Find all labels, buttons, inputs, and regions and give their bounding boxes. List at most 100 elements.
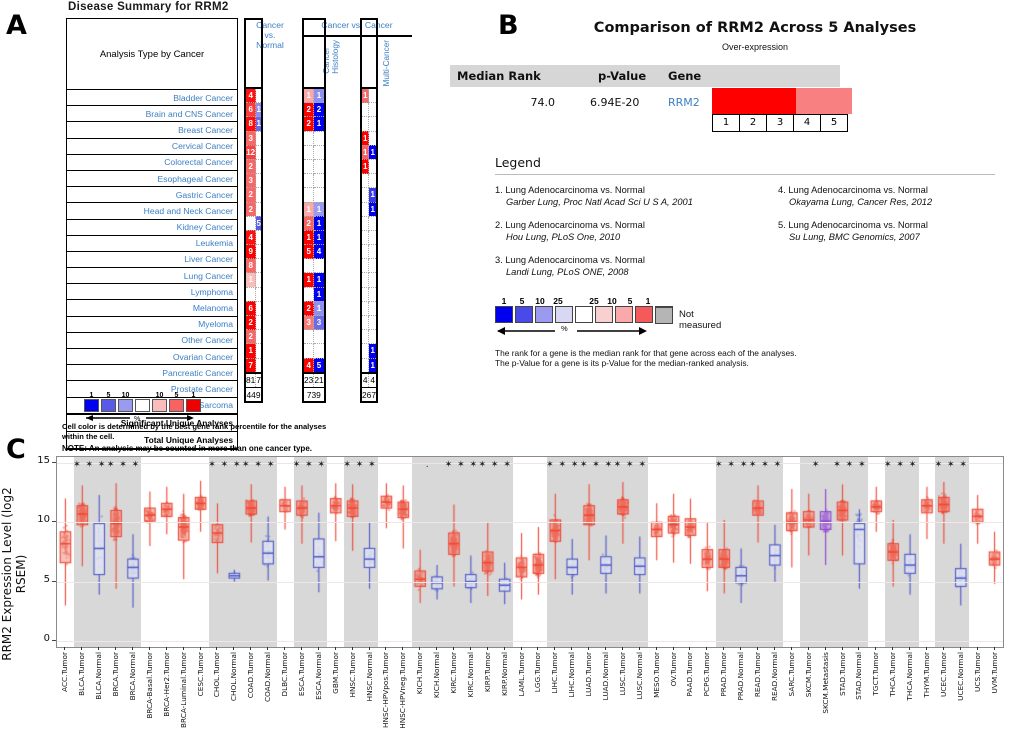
x-axis-label[interactable]: KICH.Tumor	[415, 652, 424, 694]
onco-cell[interactable]	[361, 315, 370, 331]
onco-cell[interactable]	[361, 258, 370, 274]
onco-cell[interactable]	[361, 287, 370, 302]
x-axis-label[interactable]: COAD.Normal	[263, 652, 272, 702]
x-axis-label[interactable]: UCS.Tumor	[973, 652, 982, 692]
onco-cell[interactable]: 1	[313, 116, 326, 132]
x-axis-label[interactable]: COAD.Tumor	[246, 652, 255, 698]
onco-cell[interactable]: 1	[313, 301, 326, 317]
onco-cell[interactable]	[255, 230, 263, 246]
x-axis-label[interactable]: THCA.Normal	[905, 652, 914, 701]
onco-cell[interactable]: 1	[245, 272, 257, 288]
onco-cell[interactable]	[361, 358, 370, 374]
onco-cell[interactable]	[303, 145, 315, 160]
onco-cell[interactable]: 4	[313, 244, 326, 260]
onco-cell[interactable]	[368, 272, 378, 288]
onco-cell[interactable]	[255, 202, 263, 217]
onco-cell[interactable]	[313, 187, 326, 203]
x-axis-label[interactable]: ACC.Tumor	[60, 652, 69, 692]
onco-cell[interactable]	[313, 173, 326, 189]
cancer-type-label[interactable]: Breast Cancer	[66, 121, 238, 139]
onco-cell[interactable]	[368, 88, 378, 104]
x-axis-label[interactable]: PAAD.Tumor	[685, 652, 694, 697]
x-axis-label[interactable]: UCEC.Tumor	[939, 652, 948, 697]
onco-cell[interactable]: 2	[245, 329, 257, 345]
table-row[interactable]: Esophageal Cancer	[66, 169, 238, 188]
onco-cell[interactable]	[368, 244, 378, 260]
x-axis-label[interactable]: UVM.Tumor	[990, 652, 999, 694]
cancer-type-label[interactable]: Head and Neck Cancer	[66, 202, 238, 220]
onco-cell[interactable]: 2	[303, 102, 315, 118]
onco-cell[interactable]	[255, 287, 263, 302]
onco-cell[interactable]: 3	[245, 173, 257, 189]
onco-cell[interactable]	[368, 159, 378, 175]
x-axis-label[interactable]: LUAD.Normal	[601, 652, 610, 700]
onco-cell[interactable]	[303, 258, 315, 274]
onco-cell[interactable]	[368, 216, 378, 231]
x-axis-label[interactable]: STAD.Normal	[854, 652, 863, 700]
cancer-type-label[interactable]: Leukemia	[66, 234, 238, 252]
gene-name-link[interactable]: RRM2	[668, 96, 700, 109]
onco-cell[interactable]	[368, 301, 378, 317]
onco-cell[interactable]: 8	[245, 116, 257, 132]
cancer-type-label[interactable]: Liver Cancer	[66, 250, 238, 269]
onco-cell[interactable]	[255, 258, 263, 274]
onco-cell[interactable]: 2	[245, 315, 257, 331]
table-row[interactable]: Colorectal Cancer	[66, 153, 238, 171]
onco-cell[interactable]	[368, 315, 378, 331]
onco-cell[interactable]: 5	[255, 216, 263, 231]
onco-cell[interactable]: 12	[245, 145, 257, 160]
x-axis-label[interactable]: ESCA.Tumor	[297, 652, 306, 696]
onco-cell[interactable]: 1	[361, 88, 370, 104]
x-axis-label[interactable]: BRCA-Her2.Tumor	[162, 652, 171, 717]
onco-cell[interactable]	[245, 287, 257, 302]
cancer-type-label[interactable]: Colorectal Cancer	[66, 153, 238, 171]
onco-cell[interactable]: 3	[313, 315, 326, 331]
onco-cell[interactable]	[303, 131, 315, 146]
x-axis-label[interactable]: BRCA.Normal	[128, 652, 137, 700]
onco-cell[interactable]	[255, 272, 263, 288]
cancer-type-label[interactable]: Melanoma	[66, 299, 238, 317]
onco-cell[interactable]	[303, 343, 315, 359]
onco-cell[interactable]: 1	[368, 358, 378, 374]
x-axis-label[interactable]: TGCT.Tumor	[871, 652, 880, 696]
cancer-type-label[interactable]: Other Cancer	[66, 331, 238, 350]
onco-cell[interactable]: 4	[303, 358, 315, 374]
table-row[interactable]: Lymphoma	[66, 283, 238, 301]
onco-cell[interactable]	[361, 230, 370, 246]
x-axis-label[interactable]: CHOL.Normal	[229, 652, 238, 701]
onco-cell[interactable]	[255, 187, 263, 203]
x-axis-label[interactable]: PRAD.Tumor	[719, 652, 728, 697]
onco-cell[interactable]: 1	[368, 202, 378, 217]
x-axis-label[interactable]: HNSC-HPVneg.Tumor	[398, 652, 407, 729]
onco-cell[interactable]: 2	[303, 301, 315, 317]
onco-cell[interactable]	[255, 301, 263, 317]
onco-cell[interactable]	[255, 131, 263, 146]
cancer-type-label[interactable]: Ovarian Cancer	[66, 347, 238, 366]
onco-cell[interactable]: 1	[313, 88, 326, 104]
onco-cell[interactable]	[255, 343, 263, 359]
table-row[interactable]: Liver Cancer	[66, 250, 238, 269]
x-axis-label[interactable]: KIRP.Normal	[500, 652, 509, 696]
onco-cell[interactable]	[361, 272, 370, 288]
x-axis-label[interactable]: CESC.Tumor	[196, 652, 205, 696]
table-row[interactable]: Brain and CNS Cancer	[66, 105, 238, 123]
x-axis-label[interactable]: PRAD.Normal	[736, 652, 745, 701]
onco-cell[interactable]: 1	[368, 343, 378, 359]
onco-cell[interactable]: 1	[313, 287, 326, 302]
onco-cell[interactable]: 6	[245, 102, 257, 118]
table-row[interactable]: Lung Cancer	[66, 267, 238, 285]
cancer-type-label[interactable]: Brain and CNS Cancer	[66, 105, 238, 123]
x-axis-label[interactable]: LIHC.Normal	[567, 652, 576, 698]
analysis-heat-cell[interactable]	[712, 88, 740, 114]
onco-cell[interactable]	[245, 216, 257, 231]
cancer-type-label[interactable]: Myeloma	[66, 315, 238, 333]
onco-cell[interactable]	[361, 343, 370, 359]
x-axis-label[interactable]: SKCM.Metastasis	[821, 652, 830, 714]
x-axis-label[interactable]: SARC.Tumor	[787, 652, 796, 696]
x-axis-label[interactable]: MESO.Tumor	[652, 652, 661, 698]
onco-cell[interactable]	[368, 131, 378, 146]
onco-cell[interactable]: 1	[303, 88, 315, 104]
onco-cell[interactable]	[303, 159, 315, 175]
cancer-type-label[interactable]: Lymphoma	[66, 283, 238, 301]
table-row[interactable]: Cervical Cancer	[66, 137, 238, 155]
